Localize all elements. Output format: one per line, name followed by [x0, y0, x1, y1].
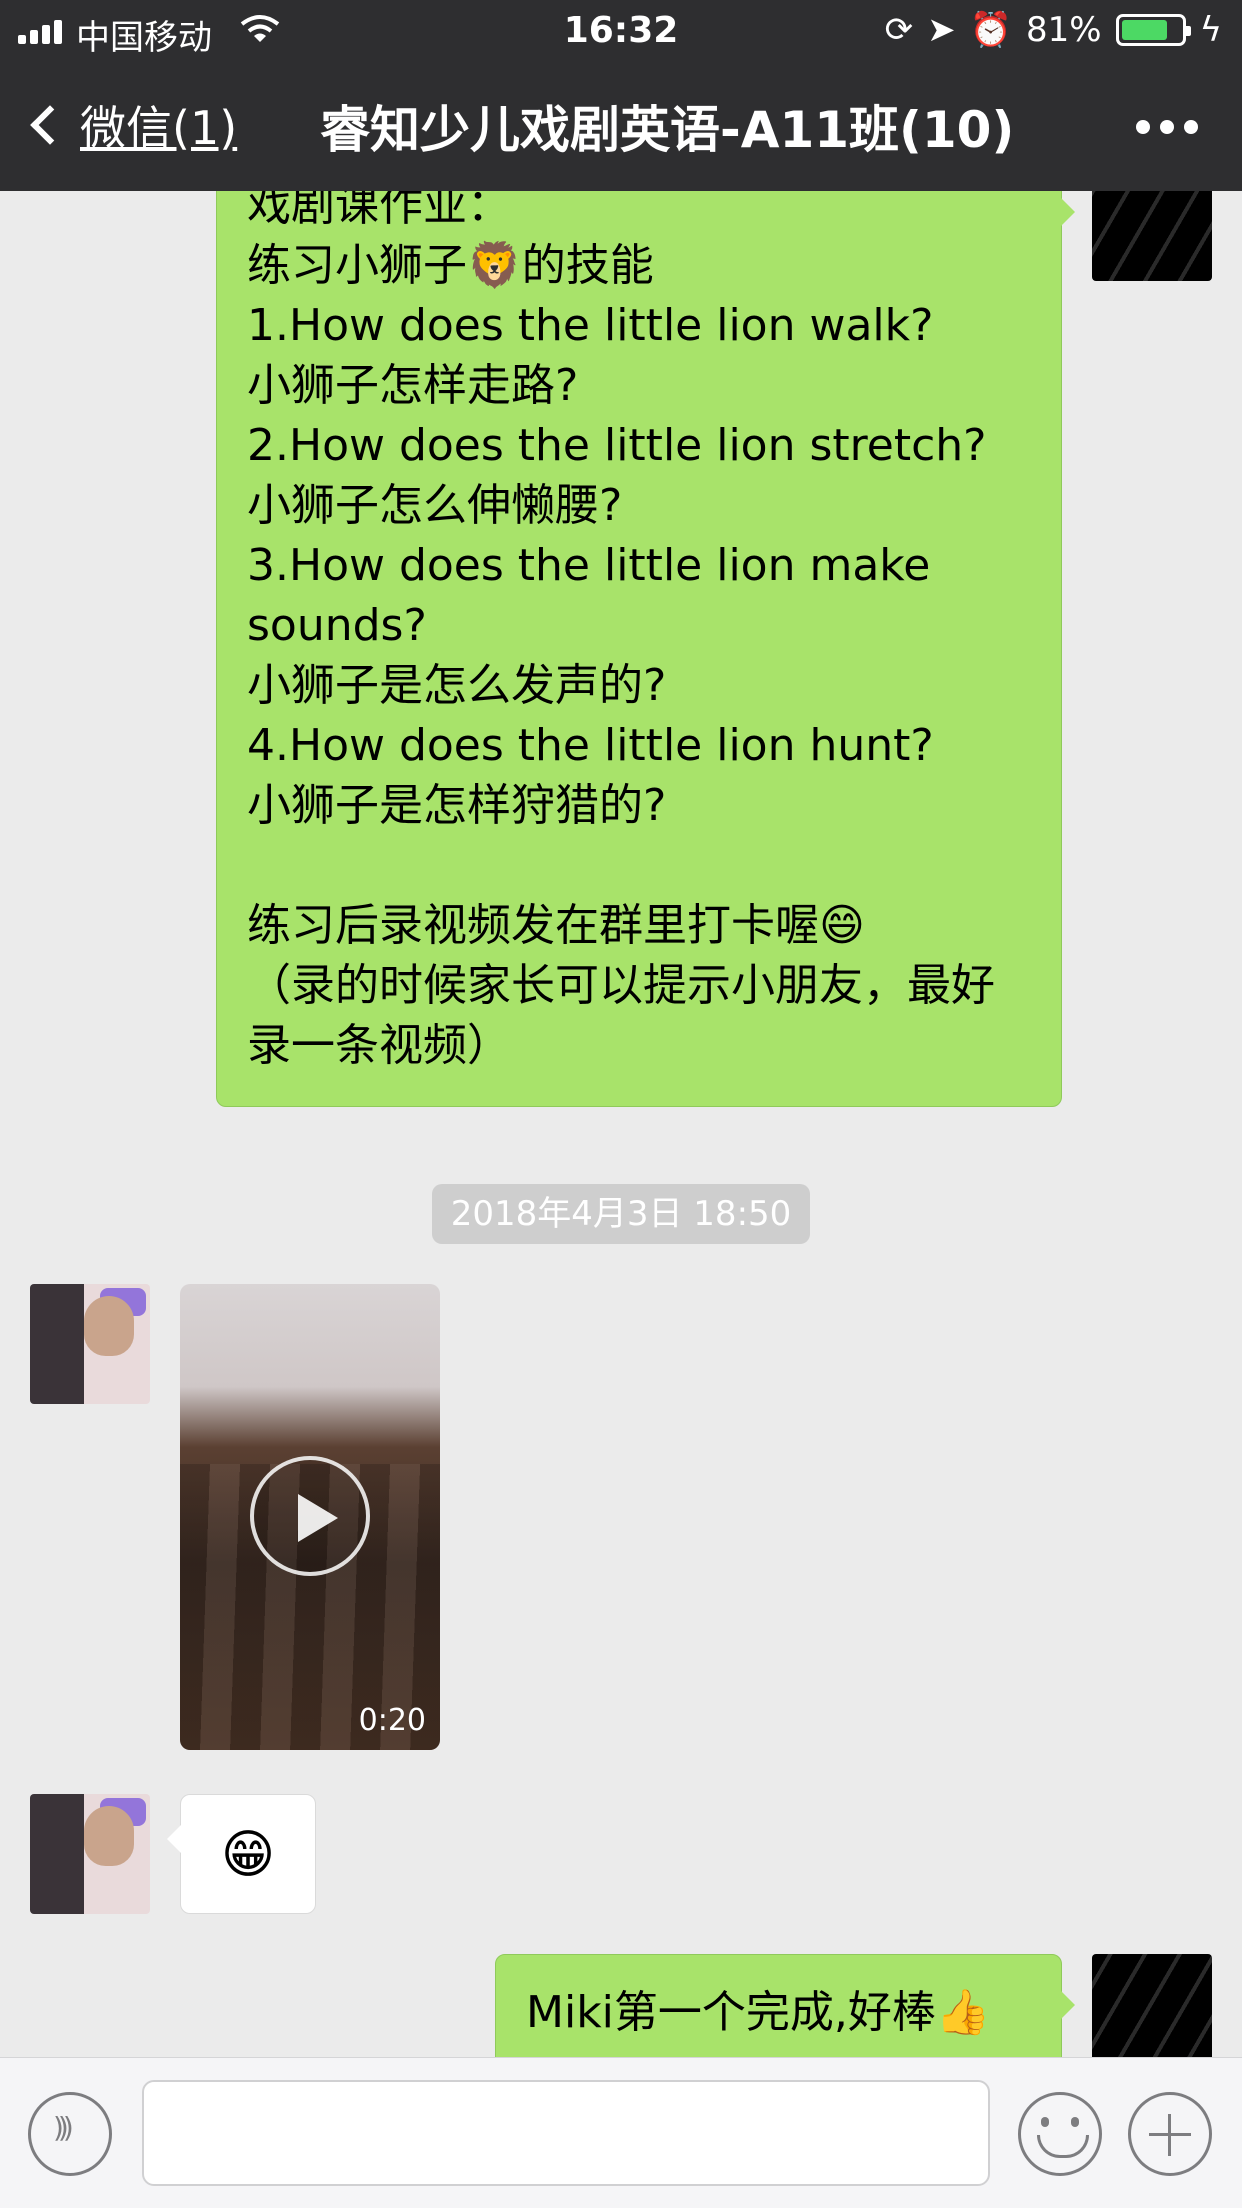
- status-right: ⟳ ➤ ⏰ 81% ϟ: [885, 10, 1222, 50]
- avatar-self[interactable]: [1092, 1954, 1212, 2057]
- plus-icon[interactable]: [1128, 2092, 1212, 2176]
- play-icon[interactable]: [250, 1456, 370, 1576]
- status-bar: 中国移动 16:32 ⟳ ➤ ⏰ 81% ϟ: [0, 0, 1242, 60]
- message-text: Miki第一个完成,好棒👍: [526, 1987, 991, 2038]
- alarm-icon: ⏰: [969, 10, 1012, 50]
- video-message[interactable]: 0:20: [180, 1284, 440, 1750]
- video-duration: 0:20: [358, 1703, 426, 1738]
- message-bubble-emoji[interactable]: 😁: [167, 1794, 316, 1914]
- message-text: 😁: [220, 1825, 276, 1885]
- avatar-member[interactable]: [30, 1284, 150, 1404]
- message-bubble-homework[interactable]: 戏剧课作业： 练习小狮子🦁的技能 1.How does the little l…: [216, 191, 1075, 1107]
- message-bubble-praise[interactable]: Miki第一个完成,好棒👍: [495, 1954, 1075, 2057]
- input-bar: [0, 2057, 1242, 2208]
- location-icon: ➤: [927, 10, 956, 50]
- timestamp: 2018年4月3日 18:50: [432, 1184, 810, 1244]
- chat-title: 睿知少儿戏剧英语-A11班(10): [320, 101, 1015, 159]
- charging-icon: ϟ: [1199, 10, 1222, 50]
- emoji-icon[interactable]: [1018, 2092, 1102, 2176]
- top-bar: 中国移动 16:32 ⟳ ➤ ⏰ 81% ϟ 微信(1) 睿知少儿戏剧英语-A1…: [0, 0, 1242, 191]
- avatar-member[interactable]: [30, 1794, 150, 1914]
- nav-bar: 微信(1) 睿知少儿戏剧英语-A11班(10): [0, 60, 1242, 191]
- voice-icon[interactable]: [28, 2092, 112, 2176]
- chevron-left-icon: [30, 105, 70, 145]
- chat-area[interactable]: 戏剧课作业： 练习小狮子🦁的技能 1.How does the little l…: [0, 191, 1242, 2057]
- back-button[interactable]: 微信(1): [26, 92, 237, 158]
- more-dots-icon[interactable]: [1136, 120, 1198, 134]
- rotation-lock-icon: ⟳: [884, 10, 914, 50]
- message-text: 戏剧课作业： 练习小狮子🦁的技能 1.How does the little l…: [247, 191, 995, 1071]
- battery-percent: 81%: [1025, 10, 1102, 50]
- battery-icon: [1115, 14, 1191, 46]
- back-label: 微信(1): [80, 101, 238, 155]
- avatar-self[interactable]: [1092, 191, 1212, 281]
- message-input[interactable]: [142, 2080, 990, 2186]
- battery-fill: [1121, 20, 1168, 40]
